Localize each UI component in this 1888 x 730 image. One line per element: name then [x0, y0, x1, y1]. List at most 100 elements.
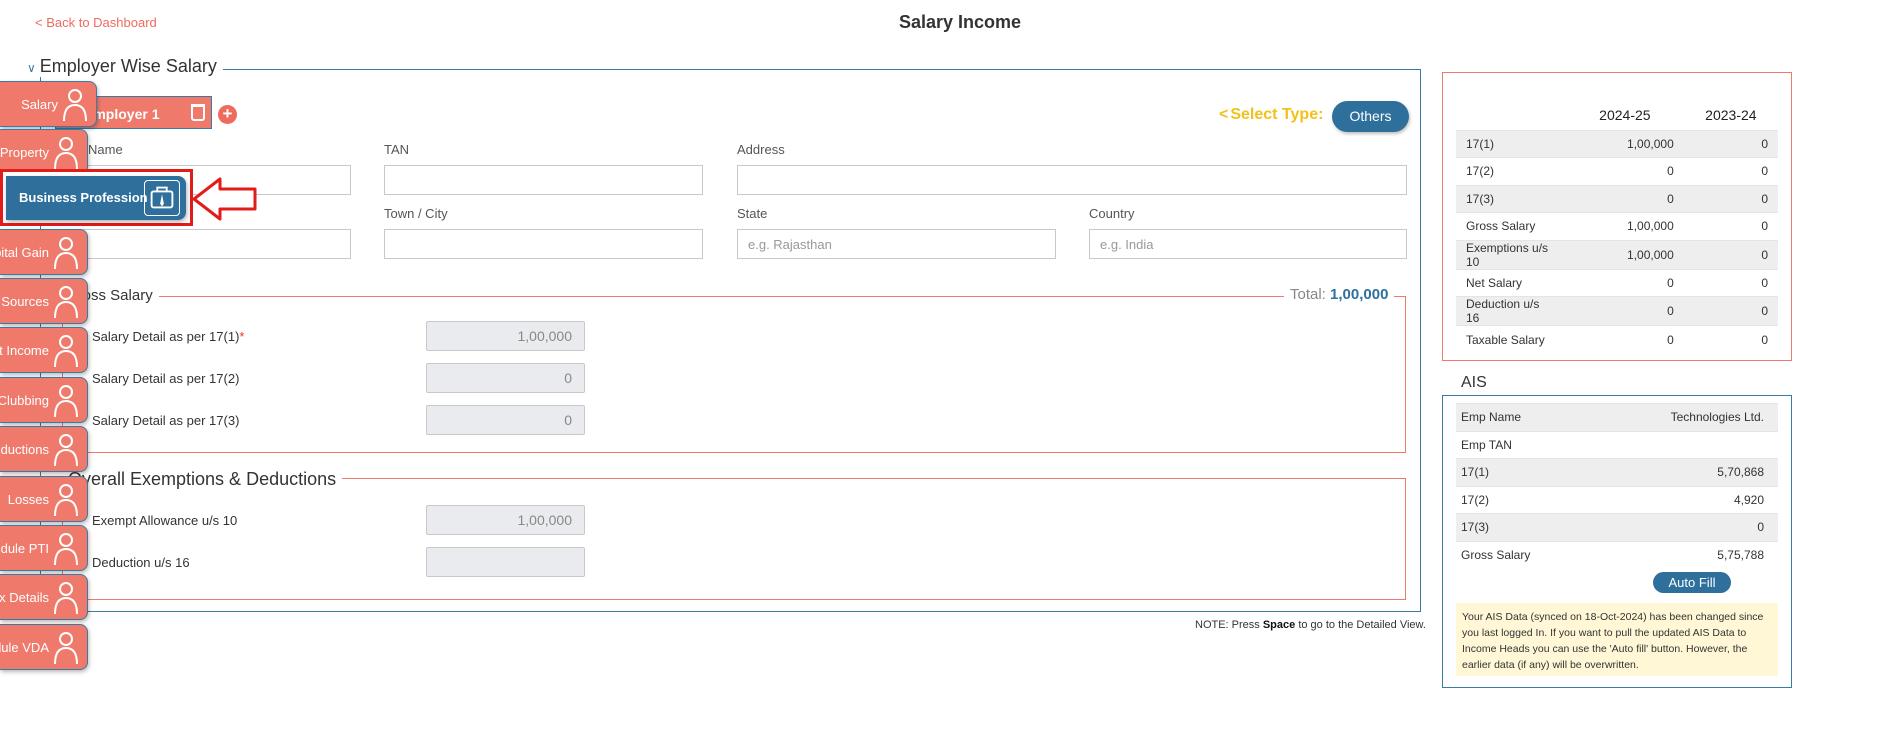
highlight-arrow-icon: [192, 177, 257, 221]
employer-type-others-button[interactable]: Others: [1332, 101, 1409, 132]
salary-17-3-label: Salary Detail as per 17(3): [92, 413, 240, 428]
detailed-view-note: NOTE: Press Space to go to the Detailed …: [1195, 619, 1426, 631]
note-suffix: to go to the Detailed View.: [1295, 619, 1426, 631]
tan-input[interactable]: [384, 165, 703, 195]
ais-row-value: [1589, 430, 1778, 459]
ais-row: Emp TAN: [1456, 430, 1778, 459]
pincode-input[interactable]: [62, 229, 351, 259]
nav-item-capital-gain[interactable]: Capital Gain: [0, 229, 88, 275]
ais-row: Gross Salary 5,75,788: [1456, 540, 1778, 569]
trash-icon[interactable]: [191, 104, 205, 121]
nav-item-label: Losses: [7, 492, 49, 507]
summary-header-row: 2024-25 2023-24: [1456, 96, 1778, 130]
salary-17-1-input[interactable]: 1,00,000: [426, 321, 585, 351]
summary-row: Deduction u/s 16 0 0: [1456, 296, 1778, 326]
nav-item-business-profession-button[interactable]: Business Profession: [6, 176, 186, 220]
add-employer-button[interactable]: +: [218, 105, 237, 124]
summary-row-label: Net Salary: [1456, 268, 1566, 297]
exempt-allowance-input[interactable]: 1,00,000: [426, 505, 585, 535]
nav-item-label: Deductions: [0, 442, 49, 457]
ais-row-label: Gross Salary: [1456, 540, 1590, 569]
briefcase-icon: [144, 180, 180, 216]
ais-row-value: 0: [1589, 513, 1778, 541]
select-type[interactable]: < Select Type:: [1219, 106, 1323, 124]
name-label: Name: [88, 142, 123, 157]
summary-row-label: Exemptions u/s 10: [1456, 239, 1566, 269]
nav-item-label: Schedule PTI: [0, 541, 49, 556]
ais-row-label: Emp TAN: [1456, 430, 1590, 459]
ais-row-label: 17(3): [1456, 513, 1590, 541]
summary-value-2023-24: 0: [1683, 157, 1778, 185]
growth-chart-icon: [50, 235, 82, 271]
state-input[interactable]: [737, 229, 1056, 259]
summary-row-label: 17(2): [1456, 157, 1566, 185]
tan-label: TAN: [384, 142, 410, 157]
tax-percent-icon: [50, 432, 82, 468]
summary-value-2023-24: 0: [1683, 184, 1778, 213]
tax-document-icon: [50, 333, 82, 369]
nav-item-clubbing[interactable]: Clubbing: [0, 377, 88, 423]
summary-row: Gross Salary 1,00,000 0: [1456, 212, 1778, 240]
ais-row: 17(2) 4,920: [1456, 485, 1778, 514]
deduction-16-input[interactable]: [426, 547, 585, 577]
nav-item-schedule-vda[interactable]: Schedule VDA: [0, 624, 88, 670]
ais-row-label: Emp Name: [1456, 403, 1590, 431]
summary-value-2023-24: 0: [1683, 129, 1778, 158]
ais-row-value: 5,75,788: [1589, 540, 1778, 569]
summary-row-label: 17(3): [1456, 184, 1566, 213]
summary-row: Taxable Salary 0 0: [1456, 325, 1778, 353]
chevron-down-icon[interactable]: ∨: [27, 61, 36, 75]
ais-sync-message: Your AIS Data (synced on 18-Oct-2024) ha…: [1456, 603, 1778, 676]
chevron-left-icon: <: [1219, 106, 1229, 123]
summary-value-2023-24: 0: [1683, 239, 1778, 269]
summary-value-2024-25: 1,00,000: [1566, 212, 1684, 240]
nav-item-label: Tax Details: [0, 590, 49, 605]
salary-17-2-input[interactable]: 0: [426, 363, 585, 393]
nav-item-label: Other Sources: [0, 294, 49, 309]
country-label: Country: [1089, 206, 1135, 221]
nav-item-schedule-pti[interactable]: Schedule PTI: [0, 525, 88, 571]
loss-chart-icon: [50, 482, 82, 518]
summary-value-2023-24: 0: [1683, 212, 1778, 240]
state-label: State: [737, 206, 768, 221]
auto-fill-button[interactable]: Auto Fill: [1653, 572, 1731, 593]
nav-item-business-profession[interactable]: Business Profession: [0, 169, 193, 226]
ais-row: 17(3) 0: [1456, 513, 1778, 541]
nav-item-label: Capital Gain: [0, 245, 49, 260]
summary-row-label: Deduction u/s 16: [1456, 296, 1566, 326]
plant-icon: [50, 284, 82, 320]
ais-legend: AIS: [1455, 374, 1493, 392]
nav-item-exempt-income[interactable]: Exempt Income: [0, 327, 88, 373]
gross-salary-total: Total: 1,00,000: [1284, 286, 1395, 303]
employer-wise-salary-legend[interactable]: ∨ Employer Wise Salary: [21, 56, 223, 77]
summary-row: 17(1) 1,00,000 0: [1456, 129, 1778, 158]
address-input[interactable]: [737, 165, 1407, 195]
nav-item-other-sources[interactable]: Other Sources: [0, 278, 88, 324]
summary-row: Exemptions u/s 10 1,00,000 0: [1456, 239, 1778, 269]
summary-header-blank: [1456, 96, 1566, 130]
salary-17-3-input[interactable]: 0: [426, 405, 585, 435]
salary-17-2-label: Salary Detail as per 17(2): [92, 371, 240, 386]
summary-value-2024-25: 1,00,000: [1566, 239, 1684, 269]
nav-item-label: Salary: [21, 97, 58, 112]
summary-row-label: 17(1): [1456, 129, 1566, 158]
note-key: Space: [1262, 619, 1296, 631]
ais-table: Emp Name Technologies Ltd. Emp TAN 17(1) 5,7…: [1456, 403, 1778, 569]
summary-row: 17(2) 0 0: [1456, 157, 1778, 185]
nav-item-tax-details[interactable]: Tax Details: [0, 574, 88, 620]
summary-value-2023-24: 0: [1683, 268, 1778, 297]
nav-item-label: Business Profession: [19, 190, 148, 205]
ais-row-value: 5,70,868: [1589, 458, 1778, 486]
nav-item-salary[interactable]: Salary: [0, 81, 97, 127]
country-input[interactable]: [1089, 229, 1407, 259]
nav-item-losses[interactable]: Losses: [0, 476, 88, 522]
total-label: Total:: [1290, 286, 1326, 303]
nav-item-deductions[interactable]: Deductions: [0, 426, 88, 472]
nav-item-label: Schedule VDA: [0, 640, 49, 655]
summary-value-2023-24: 0: [1683, 296, 1778, 326]
summary-col-2023-24: 2023-24: [1705, 107, 1757, 124]
exempt-allowance-label: Exempt Allowance u/s 10: [92, 513, 238, 528]
town-city-input[interactable]: [384, 229, 703, 259]
people-network-icon: [50, 383, 82, 419]
summary-value-2024-25: 0: [1566, 325, 1684, 353]
